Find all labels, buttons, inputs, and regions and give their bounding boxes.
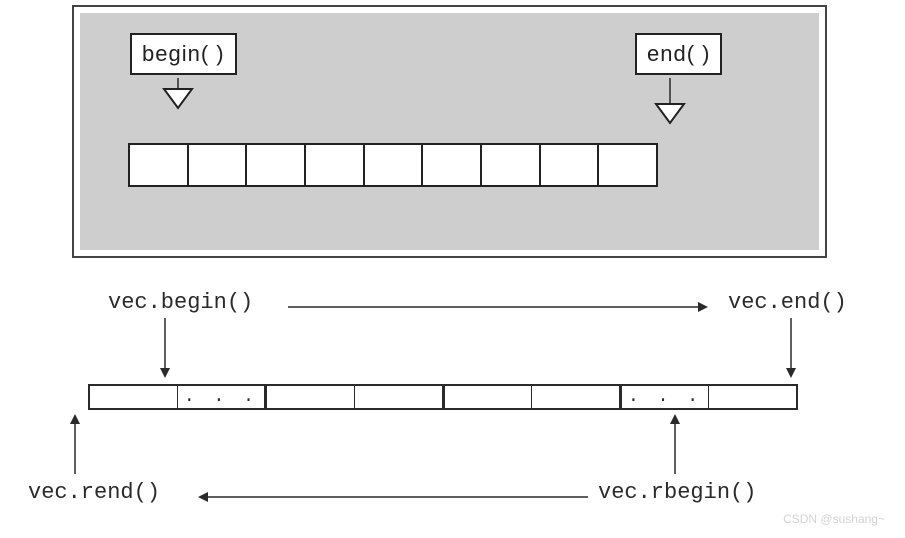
top-cell (599, 145, 656, 185)
vec-rbegin-arrow-icon (668, 414, 682, 474)
top-cell (482, 145, 541, 185)
vec-rbegin-label: vec.rbegin() (598, 480, 756, 505)
bottom-cell: . . . (178, 386, 268, 408)
bottom-cell (532, 386, 622, 408)
forward-direction-arrow-icon (288, 300, 708, 314)
vec-begin-arrow-icon (158, 318, 172, 378)
top-cell (130, 145, 189, 185)
vec-end-arrow-icon (784, 318, 798, 378)
vec-end-label: vec.end() (728, 290, 847, 315)
vec-rend-label: vec.rend() (28, 480, 160, 505)
bottom-cell: . . . (622, 386, 710, 408)
bottom-cell (709, 386, 796, 408)
top-cell (541, 145, 600, 185)
end-arrow-icon (650, 78, 690, 138)
lower-diagram: vec.begin() vec.end() . . . . . . vec.ren… (28, 268, 873, 526)
bottom-cell (90, 386, 178, 408)
reverse-direction-arrow-icon (198, 490, 588, 504)
top-cell (247, 145, 306, 185)
ellipsis-label: . . . (628, 387, 702, 407)
top-cell (306, 145, 365, 185)
end-label: end( ) (647, 41, 710, 66)
bottom-cell (445, 386, 533, 408)
ellipsis-label: . . . (184, 387, 258, 407)
watermark: CSDN @sushang~ (783, 512, 885, 526)
top-cell (423, 145, 482, 185)
top-panel-bg: begin( ) end( ) (80, 13, 819, 250)
bottom-cell (267, 386, 355, 408)
end-label-box: end( ) (635, 33, 722, 75)
vec-rend-arrow-icon (68, 414, 82, 474)
begin-label-box: begin( ) (130, 33, 237, 75)
top-cell (189, 145, 248, 185)
top-panel-frame: begin( ) end( ) (72, 5, 827, 258)
top-cell (365, 145, 424, 185)
bottom-cell (355, 386, 445, 408)
begin-label: begin( ) (142, 41, 225, 66)
begin-arrow-icon (158, 78, 198, 118)
top-cell-row (128, 143, 658, 187)
bottom-cell-row: . . . . . . (88, 384, 798, 410)
vec-begin-label: vec.begin() (108, 290, 253, 315)
